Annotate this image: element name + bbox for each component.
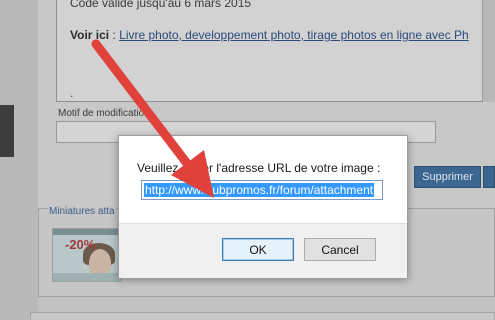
voir-ici-colon: : [109, 28, 120, 42]
cancel-button[interactable]: Cancel [304, 238, 376, 261]
thumbnails-legend: Miniatures atta [48, 206, 116, 217]
url-prompt-dialog: Veuillez entrer l'adresse URL de votre i… [118, 135, 408, 278]
dialog-footer: OK Cancel [119, 223, 407, 278]
editor-dot: . [70, 86, 74, 100]
thumbnail-promo-text: -20% [65, 237, 96, 252]
left-margin [0, 0, 38, 320]
voir-ici-line: Voir ici : Livre photo, developpement ph… [70, 28, 469, 42]
extra-button[interactable] [483, 166, 495, 188]
url-input-selected-text[interactable]: http://www.clubpromos.fr/forum/attachmen… [144, 183, 375, 197]
motif-label: Motif de modification [58, 108, 150, 119]
url-input[interactable]: http://www.clubpromos.fr/forum/attachmen… [141, 180, 383, 200]
thumbnail-topbar [53, 229, 121, 235]
thumbnail-image[interactable]: -20% [52, 228, 122, 282]
thumbnail-bottom [53, 273, 121, 281]
voir-ici-link[interactable]: Livre photo, developpement photo, tirage… [119, 28, 469, 42]
voir-ici-label: Voir ici [70, 28, 110, 42]
bottom-inner-frame [30, 312, 495, 320]
editor-scrollbar[interactable] [482, 0, 495, 102]
supprimer-button[interactable]: Supprimer [414, 166, 481, 188]
message-editor[interactable] [56, 0, 494, 102]
code-valid-text: Code valide jusqu'au 6 mars 2015 [70, 0, 252, 10]
dialog-message: Veuillez entrer l'adresse URL de votre i… [137, 161, 381, 175]
left-dark-block [0, 105, 14, 157]
ok-button[interactable]: OK [222, 238, 294, 261]
